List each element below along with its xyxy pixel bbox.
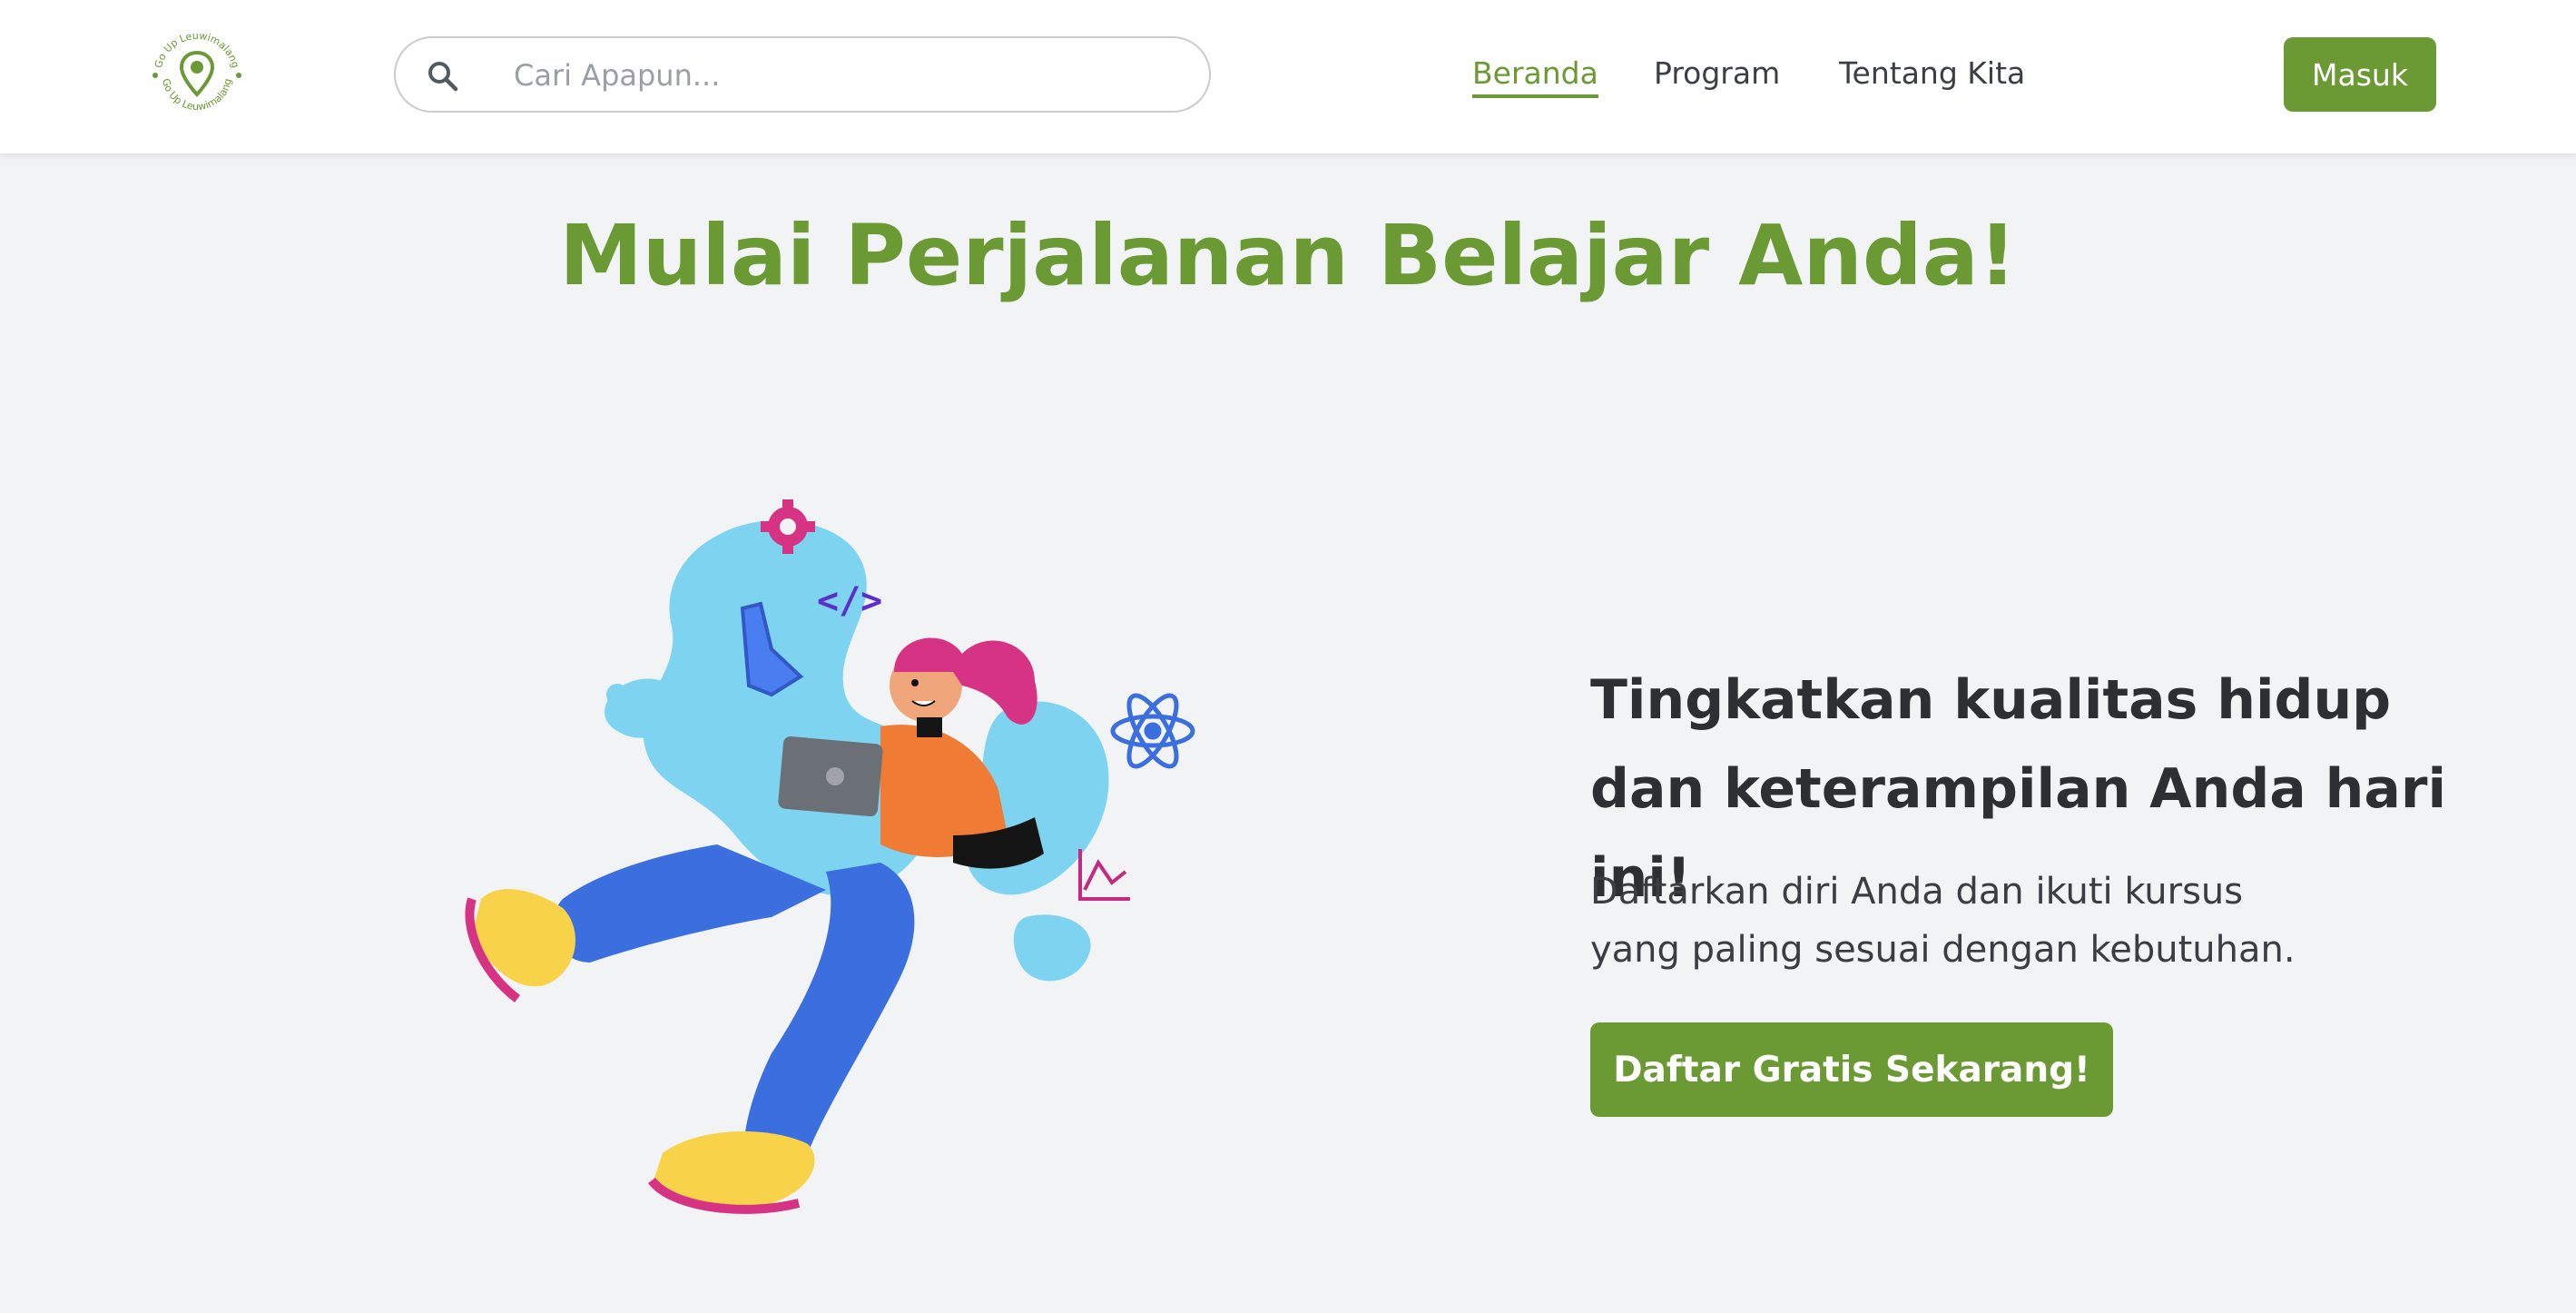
nav-link-beranda[interactable]: Beranda <box>1472 53 1598 98</box>
register-free-button[interactable]: Daftar Gratis Sekarang! <box>1590 1022 2113 1117</box>
hero-description-line-1: Daftarkan diri Anda dan ikuti kursus <box>1590 871 2244 913</box>
search-input[interactable] <box>514 49 1185 102</box>
atom-icon <box>1110 693 1195 769</box>
nav-link-program[interactable]: Program <box>1654 53 1780 94</box>
login-button[interactable]: Masuk <box>2284 37 2436 112</box>
hero-title-light: Belajar Anda! <box>1378 207 2017 304</box>
hero-title-bold: Mulai Perjalanan <box>559 207 1349 304</box>
search-bar[interactable] <box>394 36 1211 113</box>
brand-logo[interactable]: Go Up Leuwimalang Go Up Leuwimalang <box>140 18 254 133</box>
code-icon: </> <box>817 580 882 622</box>
search-icon[interactable] <box>425 58 461 94</box>
nav-link-tentang-kita[interactable]: Tentang Kita <box>1839 53 2025 94</box>
navbar: Go Up Leuwimalang Go Up Leuwimalang Bera… <box>0 0 2576 155</box>
hero-description: Daftarkan diri Anda dan ikuti kursus yan… <box>1590 863 2407 979</box>
student-illustration: </> <box>465 499 1195 1214</box>
hero-title: Mulai Perjalanan Belajar Anda! <box>0 202 2576 311</box>
hero-description-line-2: yang paling sesuai dengan kebutuhan. <box>1590 929 2296 971</box>
chart-icon <box>1078 849 1130 901</box>
